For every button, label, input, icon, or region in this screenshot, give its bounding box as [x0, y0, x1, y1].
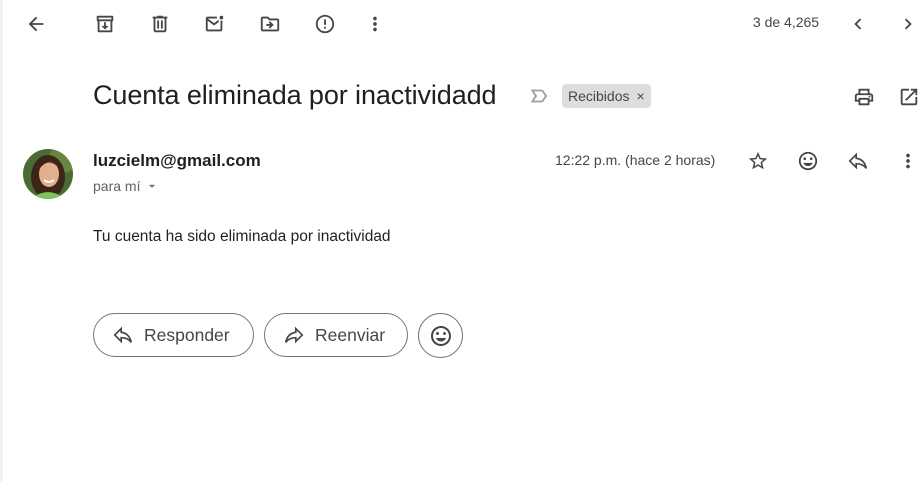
emoji-icon — [430, 325, 451, 346]
more-vert-icon — [373, 16, 377, 32]
open-in-new-window-button[interactable] — [893, 81, 919, 113]
archive-button[interactable] — [89, 8, 121, 40]
open-in-new-icon — [900, 88, 918, 106]
mark-unread-icon — [205, 15, 224, 32]
message-more-button[interactable] — [892, 145, 919, 177]
recipient-label: para mí — [93, 178, 141, 194]
message-counter: 3 de 4,265 — [752, 14, 820, 30]
arrow-drop-down-icon — [149, 184, 156, 188]
email-timestamp: 12:22 p.m. (hace 2 horas) — [555, 152, 716, 168]
mark-unread-button[interactable] — [199, 8, 231, 40]
reply-pill-button[interactable]: Responder — [93, 313, 254, 357]
move-to-folder-icon — [260, 16, 280, 32]
email-subject: Cuenta eliminada por inactividadd — [93, 80, 497, 110]
star-button[interactable] — [742, 145, 774, 177]
reply-icon — [848, 152, 868, 170]
forward-icon — [284, 326, 304, 344]
avatar-photo — [23, 149, 73, 199]
reply-icon — [113, 326, 133, 344]
add-reaction-button[interactable] — [792, 145, 824, 177]
left-divider — [0, 0, 3, 483]
chevron-right-icon — [904, 18, 912, 30]
more-vert-icon — [906, 153, 910, 169]
move-to-button[interactable] — [254, 8, 286, 40]
older-message-button[interactable] — [892, 8, 919, 40]
delete-button[interactable] — [144, 8, 176, 40]
label-chip-text: Recibidos — [568, 88, 630, 104]
print-button[interactable] — [848, 81, 880, 113]
arrow-back-icon — [28, 16, 44, 32]
recipient-details-toggle[interactable]: para mí — [93, 178, 159, 194]
reply-button[interactable] — [842, 145, 874, 177]
report-spam-icon — [315, 14, 335, 34]
email-body: Tu cuenta ha sido eliminada por inactivi… — [93, 228, 391, 245]
chevron-left-icon — [854, 18, 862, 30]
print-icon — [854, 88, 874, 106]
forward-label: Reenviar — [315, 324, 386, 345]
remove-label-button[interactable]: × — [636, 88, 644, 104]
reply-label: Responder — [144, 324, 230, 345]
importance-marker[interactable] — [524, 80, 554, 112]
emoji-reaction-button[interactable] — [418, 313, 463, 358]
sender-email[interactable]: luzcielm@gmail.com — [93, 151, 261, 171]
emoji-icon — [798, 151, 818, 171]
label-chip-inbox: Recibidos × — [562, 84, 651, 108]
star-outline-icon — [748, 151, 768, 170]
report-spam-button[interactable] — [309, 8, 341, 40]
trash-icon — [152, 15, 168, 33]
back-button[interactable] — [20, 8, 52, 40]
label-importance-outline-icon — [530, 89, 548, 103]
archive-icon — [96, 15, 114, 33]
newer-message-button[interactable] — [842, 8, 874, 40]
more-actions-button[interactable] — [359, 8, 391, 40]
sender-avatar[interactable] — [23, 149, 73, 199]
forward-pill-button[interactable]: Reenviar — [264, 313, 408, 357]
